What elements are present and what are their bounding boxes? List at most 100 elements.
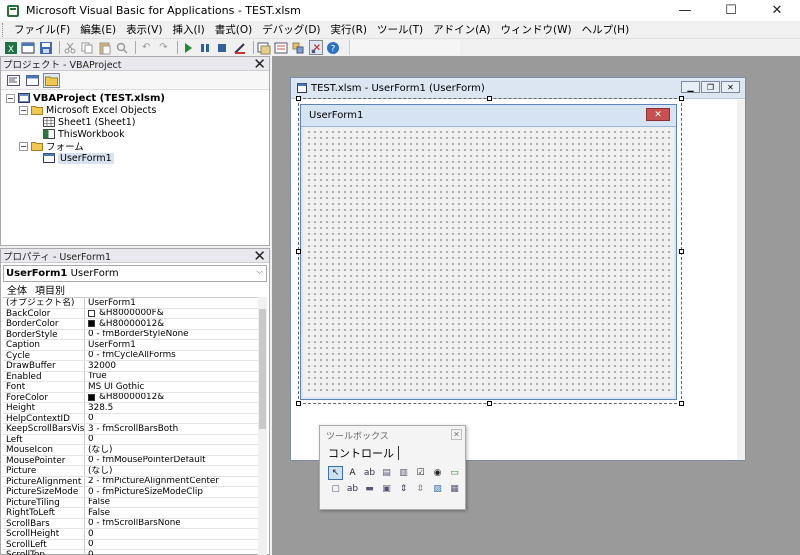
tree-node-userform1[interactable]: UserForm1	[43, 152, 114, 164]
property-value[interactable]: 0 - fmPictureSizeModeClip	[85, 487, 259, 497]
userform1-canvas[interactable]: UserForm1 ✕	[300, 104, 677, 400]
menu-addins[interactable]: アドイン(A)	[428, 22, 495, 37]
listbox-icon[interactable]: ▥	[396, 466, 411, 480]
property-row[interactable]: HelpContextID 0	[3, 413, 259, 424]
undo-icon[interactable]: ↶	[139, 40, 153, 55]
property-value[interactable]: (なし)	[85, 466, 259, 476]
designer-restore-button[interactable]: ❐	[701, 81, 720, 93]
property-value[interactable]: 0	[85, 435, 259, 445]
userform-close-button[interactable]: ✕	[646, 108, 670, 121]
property-value[interactable]: 328.5	[85, 403, 259, 413]
toolbox-close-button[interactable]: ✕	[451, 429, 462, 440]
property-value[interactable]: &H80000012&	[85, 319, 259, 329]
minimize-button[interactable]: —	[662, 0, 708, 21]
menu-grip[interactable]	[2, 22, 6, 37]
property-row[interactable]: DrawBuffer 32000	[3, 361, 259, 372]
excel-icon[interactable]: X	[4, 40, 18, 55]
property-row[interactable]: ScrollHeight 0	[3, 529, 259, 540]
property-row[interactable]: Left 0	[3, 434, 259, 445]
property-value[interactable]: 0	[85, 540, 259, 550]
designer-scrollbar[interactable]	[737, 100, 745, 460]
refedit-icon[interactable]: ▦	[447, 482, 462, 496]
property-row[interactable]: PictureTiling False	[3, 497, 259, 508]
tab-categorized[interactable]: 項目別	[33, 282, 71, 298]
property-value[interactable]: 0	[85, 550, 259, 555]
property-value[interactable]: 0 - fmCycleAllForms	[85, 351, 259, 361]
property-row[interactable]: MousePointer 0 - fmMousePointerDefault	[3, 455, 259, 466]
frame-icon[interactable]: ▢	[328, 482, 343, 496]
label-icon[interactable]: A	[345, 466, 360, 480]
property-row[interactable]: ForeColor &H80000012&	[3, 392, 259, 403]
menu-run[interactable]: 実行(R)	[326, 22, 373, 37]
collapse-icon[interactable]: −	[19, 105, 28, 115]
menu-insert[interactable]: 挿入(I)	[167, 22, 209, 37]
optionbutton-icon[interactable]: ◉	[430, 466, 445, 480]
property-row[interactable]: Font MS UI Gothic	[3, 382, 259, 393]
property-value[interactable]: UserForm1	[85, 298, 259, 308]
break-icon[interactable]	[198, 40, 212, 55]
property-value[interactable]: &H80000012&	[85, 393, 259, 402]
property-row[interactable]: Caption UserForm1	[3, 340, 259, 351]
togglebutton-icon[interactable]: ▭	[447, 466, 462, 480]
property-value[interactable]: (なし)	[85, 445, 259, 455]
property-value[interactable]: &H8000000F&	[85, 309, 259, 318]
properties-close-button[interactable]: ✕	[253, 247, 266, 265]
property-value[interactable]: 0 - fmScrollBarsNone	[85, 519, 259, 529]
property-value[interactable]: 0	[85, 529, 259, 539]
collapse-icon[interactable]: −	[6, 93, 15, 103]
property-row[interactable]: PictureAlignment 2 - fmPictureAlignmentCe…	[3, 476, 259, 487]
copy-icon[interactable]	[80, 40, 94, 55]
help-icon[interactable]: ?	[326, 40, 340, 55]
image-icon[interactable]: ▨	[430, 482, 445, 496]
property-value[interactable]: UserForm1	[85, 340, 259, 350]
designer-minimize-button[interactable]: ▁	[681, 81, 700, 93]
menu-help[interactable]: ヘルプ(H)	[577, 22, 635, 37]
cut-icon[interactable]	[63, 40, 77, 55]
view-object-icon[interactable]	[24, 73, 41, 88]
properties-icon[interactable]	[274, 40, 288, 55]
toolbox-icon[interactable]	[308, 40, 323, 55]
textbox-icon[interactable]: ab	[362, 466, 377, 480]
property-row[interactable]: KeepScrollBarsVisible3 - fmScrollBarsBot…	[3, 424, 259, 435]
spinbutton-icon[interactable]: ⇳	[413, 482, 428, 496]
commandbutton-icon[interactable]: ab	[345, 482, 360, 496]
property-row[interactable]: BorderColor &H80000012&	[3, 319, 259, 330]
object-selector-dropdown[interactable]: UserForm1 UserForm ⌵	[3, 265, 267, 282]
property-row[interactable]: ScrollBars 0 - fmScrollBarsNone	[3, 518, 259, 529]
property-row[interactable]: Height 328.5	[3, 403, 259, 414]
tree-node-vbaproject[interactable]: − VBAProject (TEST.xlsm)	[6, 92, 165, 104]
redo-icon[interactable]: ↷	[156, 40, 170, 55]
designer-close-button[interactable]: ✕	[721, 81, 740, 93]
design-mode-icon[interactable]	[232, 40, 246, 55]
properties-scrollbar-thumb[interactable]	[259, 309, 266, 429]
reset-icon[interactable]	[215, 40, 229, 55]
view-code-icon[interactable]	[5, 73, 22, 88]
property-row[interactable]: BackColor &H8000000F&	[3, 308, 259, 319]
property-value[interactable]: 2 - fmPictureAlignmentCenter	[85, 477, 259, 487]
combobox-icon[interactable]: ▤	[379, 466, 394, 480]
paste-icon[interactable]	[97, 40, 111, 55]
menu-tools[interactable]: ツール(T)	[372, 22, 428, 37]
find-icon[interactable]	[115, 40, 129, 55]
maximize-button[interactable]: ☐	[708, 0, 754, 21]
properties-scrollbar[interactable]	[258, 297, 267, 555]
chevron-down-icon[interactable]: ⌵	[256, 267, 263, 277]
property-row[interactable]: (オブジェクト名) UserForm1	[3, 298, 259, 309]
property-value[interactable]: 0 - fmMousePointerDefault	[85, 456, 259, 466]
collapse-icon[interactable]: −	[19, 141, 28, 151]
object-browser-icon[interactable]	[291, 40, 305, 55]
menu-format[interactable]: 書式(O)	[210, 22, 257, 37]
property-row[interactable]: Cycle 0 - fmCycleAllForms	[3, 350, 259, 361]
menu-file[interactable]: ファイル(F)	[9, 22, 75, 37]
insert-userform-icon[interactable]	[21, 40, 35, 55]
property-value[interactable]: 3 - fmScrollBarsBoth	[85, 424, 259, 434]
pointer-icon[interactable]: ↖	[328, 466, 343, 480]
userform-design-grid[interactable]	[306, 129, 671, 394]
multipage-icon[interactable]: ▣	[379, 482, 394, 496]
menu-edit[interactable]: 編集(E)	[75, 22, 121, 37]
toolbox-tab-controls[interactable]: コントロール	[320, 444, 465, 462]
property-row[interactable]: ScrollTop 0	[3, 550, 259, 555]
property-value[interactable]: False	[85, 498, 259, 508]
menu-debug[interactable]: デバッグ(D)	[257, 22, 325, 37]
property-row[interactable]: Picture (なし)	[3, 466, 259, 477]
